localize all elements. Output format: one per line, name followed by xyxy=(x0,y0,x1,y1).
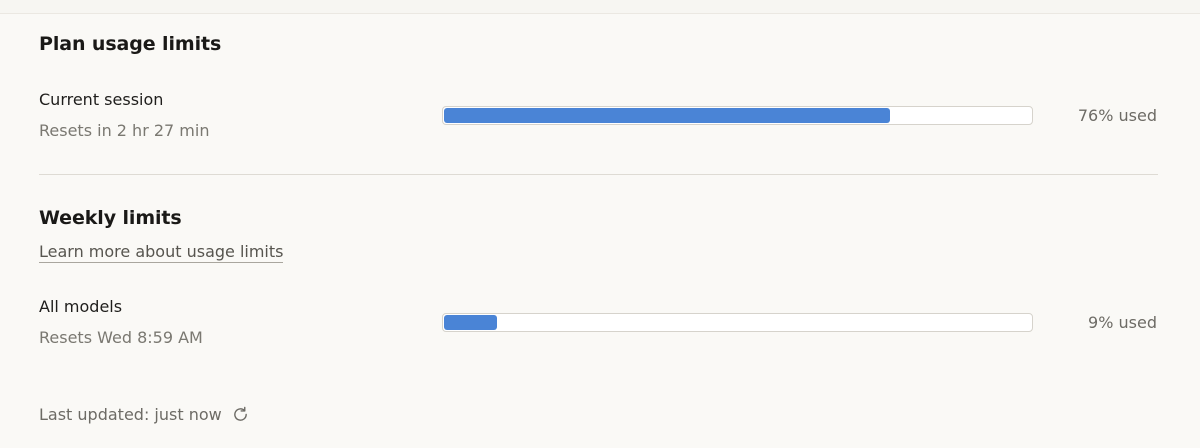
weekly-limits-title: Weekly limits xyxy=(39,207,182,229)
all-models-progress-bar xyxy=(442,313,1033,332)
current-session-percent: 76% used xyxy=(1077,106,1157,125)
refresh-button[interactable] xyxy=(230,403,252,425)
all-models-reset: Resets Wed 8:59 AM xyxy=(39,328,203,347)
last-updated-row: Last updated: just now xyxy=(39,403,252,425)
section-divider xyxy=(39,174,1158,175)
current-session-reset: Resets in 2 hr 27 min xyxy=(39,121,210,140)
learn-more-link[interactable]: Learn more about usage limits xyxy=(39,242,284,263)
all-models-label: All models xyxy=(39,297,123,316)
current-session-label: Current session xyxy=(39,90,164,109)
all-models-progress-fill xyxy=(444,315,497,330)
current-session-progress-bar xyxy=(442,106,1033,125)
all-models-percent: 9% used xyxy=(1088,313,1157,332)
plan-usage-title: Plan usage limits xyxy=(39,33,222,55)
current-session-progress-fill xyxy=(444,108,890,123)
last-updated-text: Last updated: just now xyxy=(39,404,222,424)
top-edge xyxy=(0,0,1200,14)
refresh-icon xyxy=(234,406,248,421)
